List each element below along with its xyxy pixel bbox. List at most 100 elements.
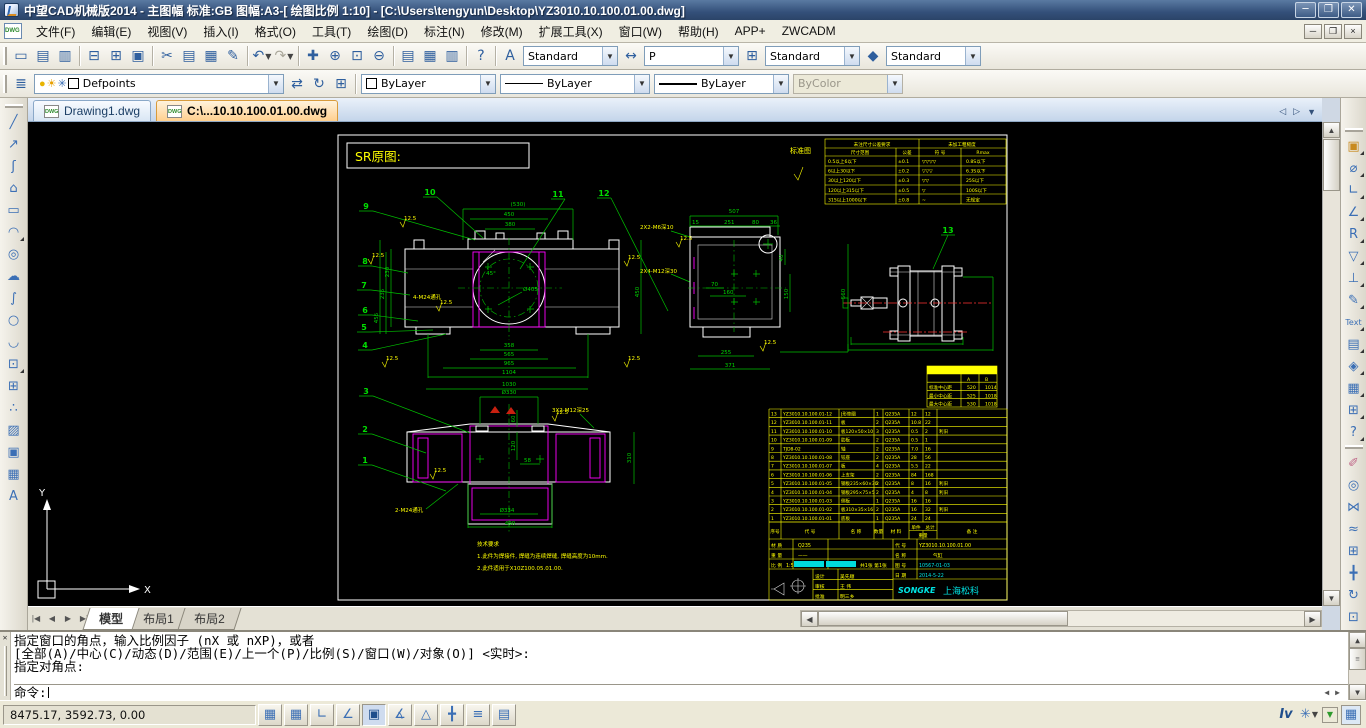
make-layer-current-button[interactable]: ⇄	[286, 73, 308, 95]
canvas-vscrollbar[interactable]: ▲ ▼	[1322, 122, 1340, 606]
vscroll-thumb[interactable]	[1323, 139, 1340, 191]
print-preview-button[interactable]: ⊞	[105, 45, 127, 67]
doc-tab-drawing1[interactable]: Drawing1.dwg	[33, 100, 151, 121]
status-toggle-snap[interactable]: ▦	[258, 704, 282, 726]
ray-button[interactable]: ↗	[2, 133, 26, 155]
ellipse-button[interactable]: ○	[2, 309, 26, 331]
tab-model[interactable]: 模型	[82, 608, 139, 630]
color-combo[interactable]: ByLayer ▼	[361, 74, 496, 94]
offset-button[interactable]: ≈	[1342, 518, 1366, 540]
dim-style-combo[interactable]: P▼	[644, 46, 739, 66]
status-toggle-model[interactable]: ▤	[492, 704, 516, 726]
angular-dimension-button[interactable]: ∠	[1342, 201, 1366, 223]
menu-help[interactable]: 帮助(H)	[670, 20, 727, 43]
status-toggle-dyn[interactable]: ╋	[440, 704, 464, 726]
zw-logo-icon[interactable]: Iv	[1276, 705, 1296, 725]
open-button[interactable]: ▤	[32, 45, 54, 67]
menu-format[interactable]: 格式(O)	[247, 20, 304, 43]
undo-button[interactable]: ↶▼	[251, 45, 273, 67]
scale-button[interactable]: ⊡	[1342, 606, 1366, 628]
text-style-icon[interactable]: A	[499, 45, 521, 67]
arc-button[interactable]: ◠	[2, 221, 26, 243]
array-button[interactable]: ⊞	[1342, 540, 1366, 562]
hatch-button[interactable]: ▨	[2, 419, 26, 441]
fullscreen-icon[interactable]: ▦	[1341, 705, 1361, 725]
help-button[interactable]: ?	[470, 45, 492, 67]
rectangle-button[interactable]: ▭	[2, 199, 26, 221]
rotate-button[interactable]: ↻	[1342, 584, 1366, 606]
properties-palette-button[interactable]: ▤	[397, 45, 419, 67]
status-toggle-osnap[interactable]: ▣	[362, 704, 386, 726]
copy-table-button[interactable]: ⊞	[1342, 399, 1366, 421]
gear-icon[interactable]: ✳▼	[1299, 705, 1319, 725]
mtext-button[interactable]: A	[2, 485, 26, 507]
zoom-realtime-button[interactable]: ⊕	[324, 45, 346, 67]
scroll-up-icon[interactable]: ▲	[1349, 632, 1366, 648]
menu-window[interactable]: 窗口(W)	[611, 20, 670, 43]
create-block-button[interactable]: ⊞	[2, 375, 26, 397]
command-grip[interactable]: ✕	[0, 632, 11, 700]
mirror-button[interactable]: ⋈	[1342, 496, 1366, 518]
status-toggle-lineweight[interactable]: ≡	[466, 704, 490, 726]
cut-button[interactable]: ✂	[156, 45, 178, 67]
layer-combo[interactable]: ● ☀ ✳ Defpoints ▼	[34, 74, 284, 94]
chevron-down-icon[interactable]: ▼	[844, 47, 859, 65]
region-button[interactable]: ▣	[2, 441, 26, 463]
minimize-button[interactable]: ─	[1295, 2, 1316, 18]
zoom-previous-button[interactable]: ⊖	[368, 45, 390, 67]
status-toggle-polar[interactable]: ∠	[336, 704, 360, 726]
command-input[interactable]: 命令: ◀ ▶	[14, 684, 1348, 700]
cmdscroll-thumb[interactable]: ≡	[1349, 648, 1366, 670]
linetype-combo[interactable]: ByLayer ▼	[500, 74, 650, 94]
toolbar-grip[interactable]	[5, 104, 23, 108]
copy-button[interactable]: ◎	[1342, 474, 1366, 496]
paste-button[interactable]: ▦	[200, 45, 222, 67]
line-button[interactable]: ╱	[2, 111, 26, 133]
chevron-down-icon[interactable]: ▼	[268, 75, 283, 93]
mleader-style-icon[interactable]: ◆	[862, 45, 884, 67]
table-button[interactable]: ▦	[2, 463, 26, 485]
command-scrollbar[interactable]: ▲ ≡ ▼	[1348, 632, 1366, 700]
layer-properties-button[interactable]: ≣	[10, 73, 32, 95]
close-icon[interactable]: ✕	[3, 633, 8, 642]
spline-button[interactable]: ∫	[2, 287, 26, 309]
save-button[interactable]: ▥	[54, 45, 76, 67]
polyline-button[interactable]: ʃ	[2, 155, 26, 177]
next-tab-icon[interactable]: ▶	[60, 611, 76, 627]
table-style-icon[interactable]: ⊞	[741, 45, 763, 67]
cmd-prev-icon[interactable]: ◀	[1324, 685, 1329, 700]
new-button[interactable]: ▭	[10, 45, 32, 67]
toolbar-grip[interactable]	[1345, 128, 1363, 132]
mleader-style-combo[interactable]: Standard▼	[886, 46, 981, 66]
table-insert-button[interactable]: ▦	[1342, 377, 1366, 399]
chevron-down-icon[interactable]: ▼	[634, 75, 649, 93]
smart-dimension-button[interactable]: ▣	[1342, 135, 1366, 157]
chevron-down-icon[interactable]: ▼	[773, 75, 788, 93]
status-toggle-otrack[interactable]: ∡	[388, 704, 412, 726]
redo-button[interactable]: ↷▼	[273, 45, 295, 67]
point-button[interactable]: ∴	[2, 397, 26, 419]
mdi-close-button[interactable]: ×	[1344, 24, 1362, 39]
menu-view[interactable]: 视图(V)	[139, 20, 195, 43]
canvas-hscrollbar[interactable]: ◀ ▶	[800, 610, 1322, 627]
chevron-down-icon[interactable]: ▼	[602, 47, 617, 65]
menu-edit[interactable]: 编辑(E)	[83, 20, 139, 43]
status-toggle-grid[interactable]: ▦	[284, 704, 308, 726]
maximize-button[interactable]: ❐	[1318, 2, 1339, 18]
cmd-next-icon[interactable]: ▶	[1335, 685, 1340, 700]
tray-expand-icon[interactable]: ▼	[1322, 707, 1338, 723]
toolpalettes-button[interactable]: ▥	[441, 45, 463, 67]
hscroll-thumb[interactable]	[818, 611, 1068, 626]
tab-scroll-right-icon[interactable]: ▷	[1293, 106, 1300, 117]
mdi-minimize-button[interactable]: ─	[1304, 24, 1322, 39]
menu-tools[interactable]: 工具(T)	[304, 20, 359, 43]
match-properties-button[interactable]: ✎	[222, 45, 244, 67]
block-attribute-button[interactable]: ▤	[1342, 333, 1366, 355]
menu-zwcadm[interactable]: ZWCADM	[774, 21, 844, 41]
status-toggle-ortho[interactable]: ∟	[310, 704, 334, 726]
scroll-right-icon[interactable]: ▶	[1304, 611, 1321, 627]
menu-express[interactable]: 扩展工具(X)	[531, 20, 611, 43]
menu-dimension[interactable]: 标注(N)	[416, 20, 473, 43]
scroll-left-icon[interactable]: ◀	[801, 611, 818, 627]
tab-layout2[interactable]: 布局2	[177, 608, 241, 630]
